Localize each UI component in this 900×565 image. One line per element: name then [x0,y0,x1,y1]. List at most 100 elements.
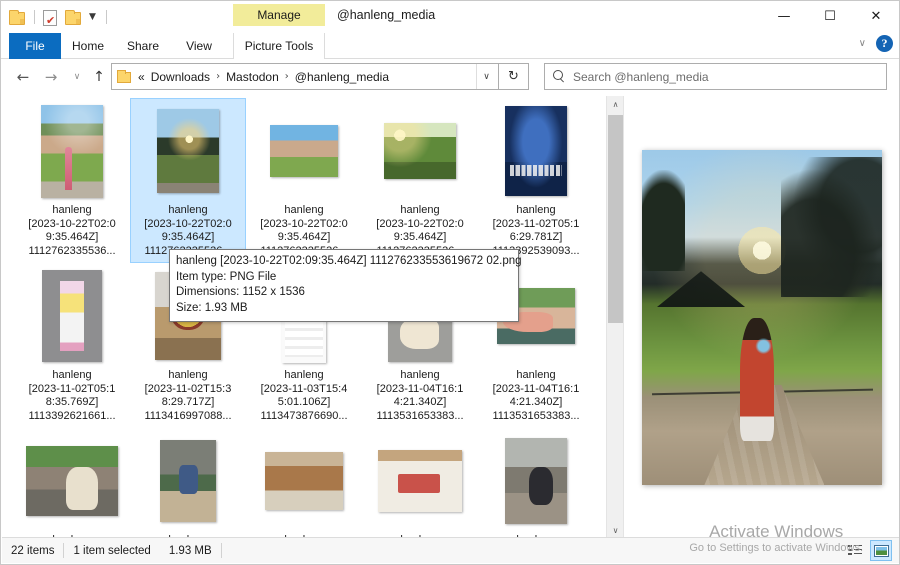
tab-share[interactable]: Share [115,33,171,59]
breadcrumb-downloads[interactable]: Downloads [148,68,213,86]
breadcrumb-current-folder[interactable]: @hanleng_media [292,68,392,86]
preview-tree-left [642,170,686,271]
file-tile[interactable]: hanleng [246,428,362,539]
tooltip-item-type: Item type: PNG File [176,270,277,283]
file-tile[interactable]: hanleng [14,428,130,539]
toolbar-divider [34,10,35,24]
file-name-line: hanleng [52,204,92,216]
address-dropdown-icon[interactable]: ∨ [476,64,496,89]
file-thumbnail [252,101,356,201]
file-tile[interactable]: hanleng[2023-10-22T02:09:35.464Z]1112762… [246,98,362,263]
file-name-line: hanleng [284,204,324,216]
file-tile[interactable]: hanleng[2023-10-22T02:09:35.464Z]1112762… [130,98,246,263]
status-selection-size: 1.93 MB [168,544,212,557]
file-tile[interactable]: hanleng[2023-10-22T02:09:35.464Z]1112762… [362,98,478,263]
file-name-line: 5:01.106Z] [277,396,331,408]
file-thumbnail [368,431,472,531]
breadcrumb-overflow[interactable]: « [135,68,148,86]
file-name-line: 1113416997088... [144,409,232,422]
file-name-line: 1113531653383... [376,409,464,422]
file-name-line: 9:35.464Z] [393,231,447,243]
thumbnail-image [505,106,567,196]
file-name-line: 8:29.717Z] [161,396,215,408]
file-tile[interactable]: hanleng [130,428,246,539]
folder-icon[interactable] [9,9,26,26]
refresh-button[interactable]: ↻ [499,63,529,90]
thumbnail-image [160,440,216,522]
quick-access-toolbar: ✔ ▼ [9,6,110,28]
back-button[interactable]: ← [11,65,35,89]
file-tile[interactable]: hanleng [2023-11-02T05:1 6:29.781Z] 1113392… [478,98,594,263]
file-name-line: [2023-10-22T02:0 [28,217,116,230]
preview-lens-flare [754,337,772,355]
file-tile[interactable]: hanleng [2023-11-02T05:1 8:35.769Z] 1113392… [14,263,130,428]
up-button[interactable]: ↑ [87,65,111,89]
navigation-bar: ← → ∨ ↑ « Downloads › Mastodon › @hanlen… [1,60,899,94]
breadcrumb-separator-1: › [216,71,221,82]
file-name-line: 1113392621661... [28,409,116,422]
file-name-label: hanleng [2023-11-04T16:1 4:21.340Z] 1113531… [481,369,591,423]
file-name-line: [2023-10-22T02:0 [260,217,348,230]
tooltip-dimensions: Dimensions: 1152 x 1536 [176,286,305,298]
ribbon-tab-strip: File Home Share View Picture Tools ∨ ? [1,33,899,59]
customize-toolbar-caret-icon[interactable]: ▼ [87,12,98,22]
help-icon[interactable]: ? [876,35,893,52]
chevron-down-icon[interactable]: ∨ [859,38,866,49]
contextual-tab-manage[interactable]: Manage [233,4,325,26]
file-name-line: 9:35.464Z] [161,231,215,243]
file-name-line: hanleng [400,369,440,381]
thumbnail-image [42,270,102,362]
file-name-line: hanleng [52,369,92,381]
search-input[interactable]: Search @hanleng_media [544,63,887,90]
file-name-label: hanleng[2023-10-22T02:09:35.464Z]1112762… [17,204,127,258]
recent-locations-icon[interactable]: ∨ [65,65,89,89]
file-thumbnail [252,431,356,531]
view-mode-buttons [844,540,892,561]
status-selection: 1 item selected [73,544,151,557]
thumbnail-image [157,109,219,193]
ribbon-right-controls: ∨ ? [859,35,893,52]
tab-picture-tools[interactable]: Picture Tools [233,33,325,59]
file-name-line: 9:35.464Z] [277,231,331,243]
file-name-line: hanleng [284,369,324,381]
status-item-count: 22 items [11,544,55,557]
vertical-scrollbar[interactable]: ∧ ∨ [606,96,623,539]
file-name-line: [2023-11-02T05:1 [28,382,116,395]
scrollbar-thumb[interactable] [608,115,623,323]
breadcrumb-mastodon[interactable]: Mastodon [223,68,282,86]
file-name-line: hanleng [168,204,208,216]
address-bar[interactable]: « Downloads › Mastodon › @hanleng_media … [111,63,499,90]
file-thumbnail [484,431,588,531]
preview-subject [740,317,774,442]
thumbnails-view-button[interactable] [870,540,892,561]
file-name-line: 1113473876690... [260,409,348,422]
thumbnail-image [378,450,462,512]
details-view-button[interactable] [844,540,866,561]
new-folder-icon[interactable] [65,9,82,26]
file-tile[interactable]: hanleng [478,428,594,539]
scroll-up-arrow-icon[interactable]: ∧ [607,96,624,113]
file-thumbnail [136,101,240,201]
file-tile[interactable]: hanleng[2023-10-22T02:09:35.464Z]1112762… [14,98,130,263]
thumbnail-image [41,104,103,198]
tab-home[interactable]: Home [61,33,115,59]
thumbnails-view-icon [873,544,889,557]
preview-tree-right [781,156,882,298]
maximize-button[interactable]: ☐ [807,1,853,31]
thumbnail-image [270,125,338,177]
file-name-line: [2023-10-22T02:0 [376,217,464,230]
file-tile[interactable]: hanleng [362,428,478,539]
title-bar: ✔ ▼ Manage @hanleng_media — ☐ ✕ [1,1,899,33]
file-name-line: 4:21.340Z] [393,396,447,408]
tab-view[interactable]: View [171,33,227,59]
preview-image [642,150,882,485]
properties-icon[interactable]: ✔ [43,9,60,26]
file-thumbnail [368,101,472,201]
tab-file[interactable]: File [9,33,61,59]
file-name-label: hanleng [2023-11-02T05:1 8:35.769Z] 1113392… [17,369,127,423]
forward-button[interactable]: → [39,65,63,89]
tooltip-size: Size: 1.93 MB [176,301,248,314]
file-name-line: [2023-11-02T05:1 [492,217,580,230]
minimize-button[interactable]: — [761,1,807,31]
close-button[interactable]: ✕ [853,1,899,31]
